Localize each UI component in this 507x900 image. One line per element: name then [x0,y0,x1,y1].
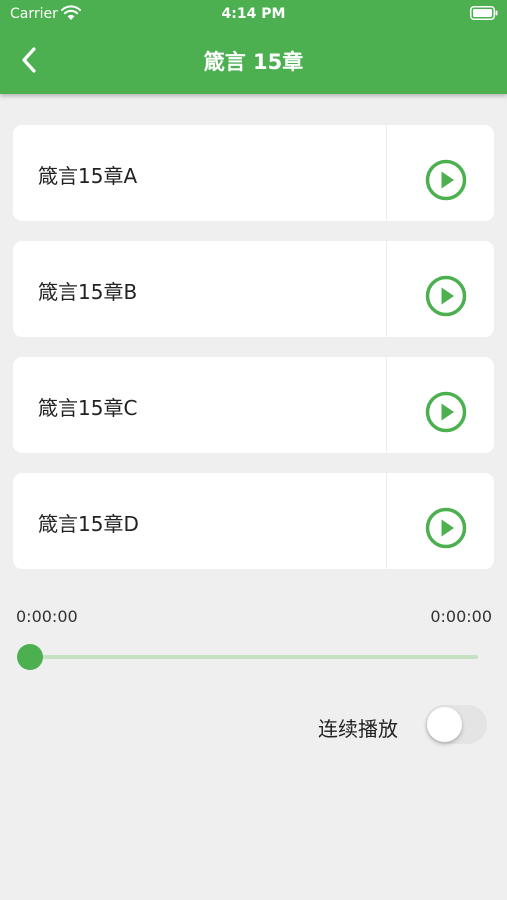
total-time: 0:00:00 [430,607,492,626]
track-item-d[interactable]: 箴言15章D [13,473,494,569]
divider [386,241,387,337]
track-item-c[interactable]: 箴言15章C [13,357,494,453]
divider [386,125,387,221]
status-time: 4:14 PM [221,6,286,22]
track-label: 箴言15章B [38,280,138,304]
divider [386,473,387,569]
nav-bar: Carrier 4:14 PM 箴言 15章 [0,0,507,94]
track-list: 箴言15章A 箴言15章B 箴言15章C 箴言15章D [13,125,494,589]
play-circle-icon[interactable] [425,275,467,317]
back-button[interactable] [14,44,44,76]
progress-slider[interactable] [17,644,480,670]
play-circle-icon[interactable] [425,159,467,201]
divider [386,357,387,453]
toggle-knob [427,707,462,742]
continuous-play-toggle[interactable] [425,705,487,744]
track-label: 箴言15章C [38,396,138,420]
track-item-b[interactable]: 箴言15章B [13,241,494,337]
slider-thumb[interactable] [17,644,43,670]
track-item-a[interactable]: 箴言15章A [13,125,494,221]
page-title: 箴言 15章 [203,50,304,74]
play-circle-icon[interactable] [425,507,467,549]
track-label: 箴言15章A [38,164,138,188]
status-bar: Carrier 4:14 PM [0,0,507,28]
battery-icon [470,6,498,20]
track-label: 箴言15章D [38,512,139,536]
slider-track [28,655,478,659]
play-circle-icon[interactable] [425,391,467,433]
continuous-play-label: 连续播放 [318,717,398,741]
chevron-left-icon [22,47,36,73]
current-time: 0:00:00 [16,607,78,626]
